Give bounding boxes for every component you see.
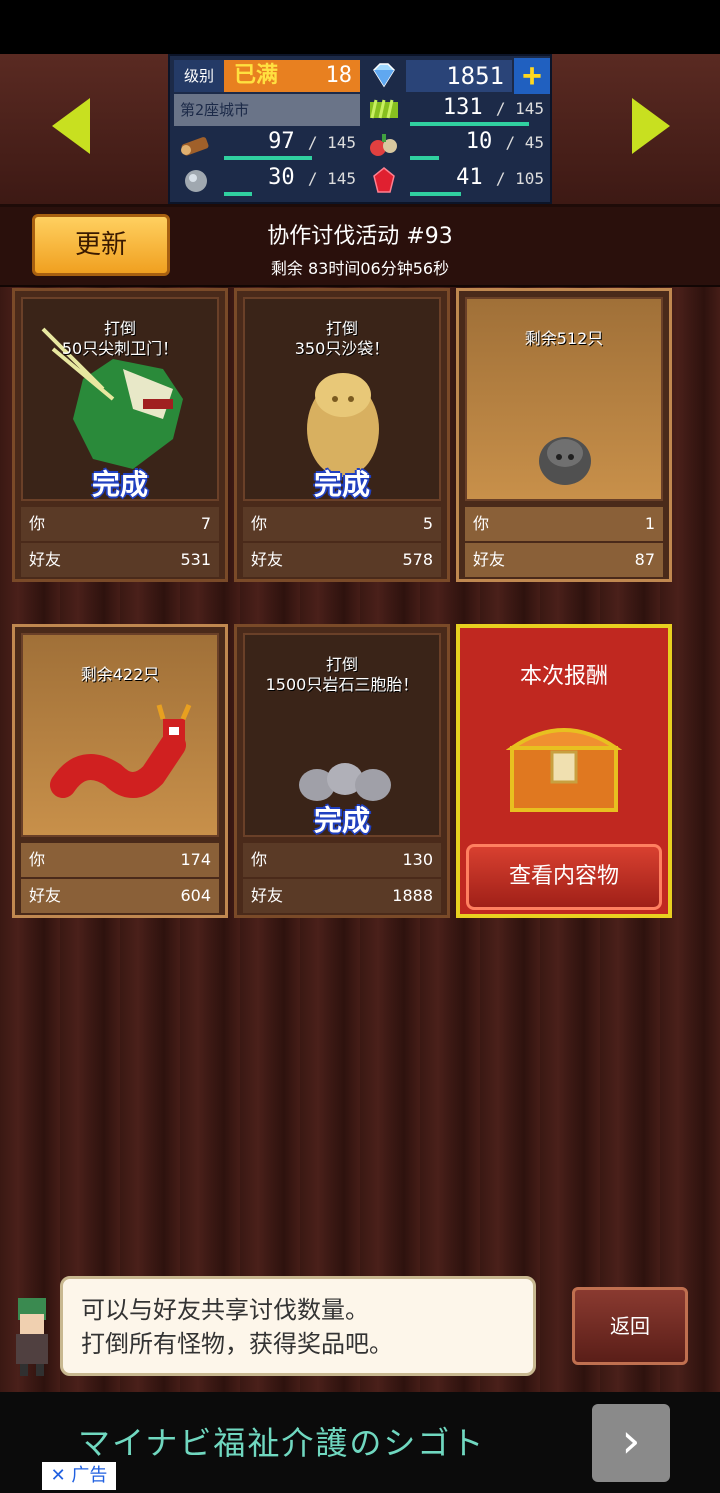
monster-art: [465, 297, 663, 501]
event-title: 协作讨伐活动 #93: [267, 224, 453, 249]
complete-label: 完成: [313, 804, 370, 837]
reward-card: 本次报酬 查看内容物: [456, 624, 672, 918]
friends-count-row: 好友 604: [21, 879, 219, 913]
level-max-badge: 已满: [224, 60, 288, 92]
level-label: 级别: [174, 60, 224, 92]
ruby-value: 41 / 105: [456, 165, 544, 190]
wood-bar: [224, 156, 312, 160]
resource-panel: 级别 已满 18 1851 + 第2座城市 131 / 145 97 / 145…: [168, 54, 552, 204]
treasure-chest-icon: [506, 728, 622, 812]
stone-icon: [178, 166, 214, 196]
you-count-row: 你 130: [243, 843, 441, 877]
next-city-arrow-icon[interactable]: [632, 98, 670, 154]
you-count-row: 你 174: [21, 843, 219, 877]
food-value: 10 / 45: [465, 129, 544, 154]
status-bar: [0, 0, 720, 54]
complete-label: 完成: [313, 468, 370, 501]
gem-count: 1851: [406, 60, 512, 92]
refresh-button[interactable]: 更新: [32, 214, 170, 276]
prev-city-arrow-icon[interactable]: [52, 98, 90, 154]
you-count-row: 你1: [465, 507, 663, 541]
stone-bar: [224, 192, 252, 196]
level-value: 18: [288, 60, 360, 92]
food-bar: [410, 156, 439, 160]
monster-card[interactable]: 打倒 50只尖刺卫门！ 完成 你7 好友 531: [12, 288, 228, 582]
wood-log-icon: [178, 130, 214, 160]
monster-art: [21, 633, 219, 837]
food-icon: [366, 130, 402, 160]
speech-line-2: 打倒所有怪物，获得奖品吧。: [81, 1330, 393, 1358]
friends-count-row: 好友 578: [243, 543, 441, 577]
ruby-icon: [366, 166, 402, 196]
friends-count-row: 好友 1888: [243, 879, 441, 913]
complete-label: 完成: [91, 468, 148, 501]
friends-count-row: 好友 531: [21, 543, 219, 577]
card-objective: 打倒 50只尖刺卫门！: [61, 319, 179, 358]
npc-avatar: [16, 1298, 48, 1376]
card-objective: 打倒 350只沙袋！: [294, 319, 390, 358]
monster-card[interactable]: 打倒 350只沙袋！ 完成 你5 好友 578: [234, 288, 450, 582]
card-objective: 剩余512只: [524, 329, 604, 348]
city-name: 第2座城市: [174, 94, 360, 126]
view-contents-button[interactable]: 查看内容物: [466, 844, 662, 910]
stone-value: 30 / 145: [268, 165, 356, 190]
friends-count-row: 好友 87: [465, 543, 663, 577]
add-gems-button[interactable]: +: [514, 58, 550, 94]
back-button[interactable]: 返回: [572, 1287, 688, 1365]
wood-value: 97 / 145: [268, 129, 356, 154]
ad-arrow-button[interactable]: ›: [592, 1404, 670, 1482]
grass-icon: [366, 94, 402, 124]
diamond-icon: [366, 60, 402, 92]
monster-card[interactable]: 剩余422只 你 174 好友 604: [12, 624, 228, 918]
ruby-bar: [410, 192, 461, 196]
monster-card[interactable]: 剩余512只 你1 好友 87: [456, 288, 672, 582]
grass-bar: [410, 122, 529, 126]
npc-speech-bubble: 可以与好友共享讨伐数量。 打倒所有怪物，获得奖品吧。: [60, 1276, 536, 1376]
you-count-row: 你7: [21, 507, 219, 541]
event-time-left: 剩余 83时间06分钟56秒: [270, 259, 450, 278]
speech-line-1: 可以与好友共享讨伐数量。: [81, 1296, 369, 1324]
grass-value: 131 / 145: [442, 95, 544, 120]
reward-title: 本次报酬: [519, 664, 608, 689]
ad-text[interactable]: マイナビ福祉介護のシゴト: [78, 1418, 485, 1464]
monster-card[interactable]: 打倒 1500只岩石三胞胎！ 完成 你 130 好友 1888: [234, 624, 450, 918]
card-objective: 剩余422只: [80, 665, 160, 684]
ad-close-tag[interactable]: ✕ 广告: [42, 1462, 116, 1490]
card-objective: 打倒 1500只岩石三胞胎！: [265, 655, 419, 694]
you-count-row: 你5: [243, 507, 441, 541]
